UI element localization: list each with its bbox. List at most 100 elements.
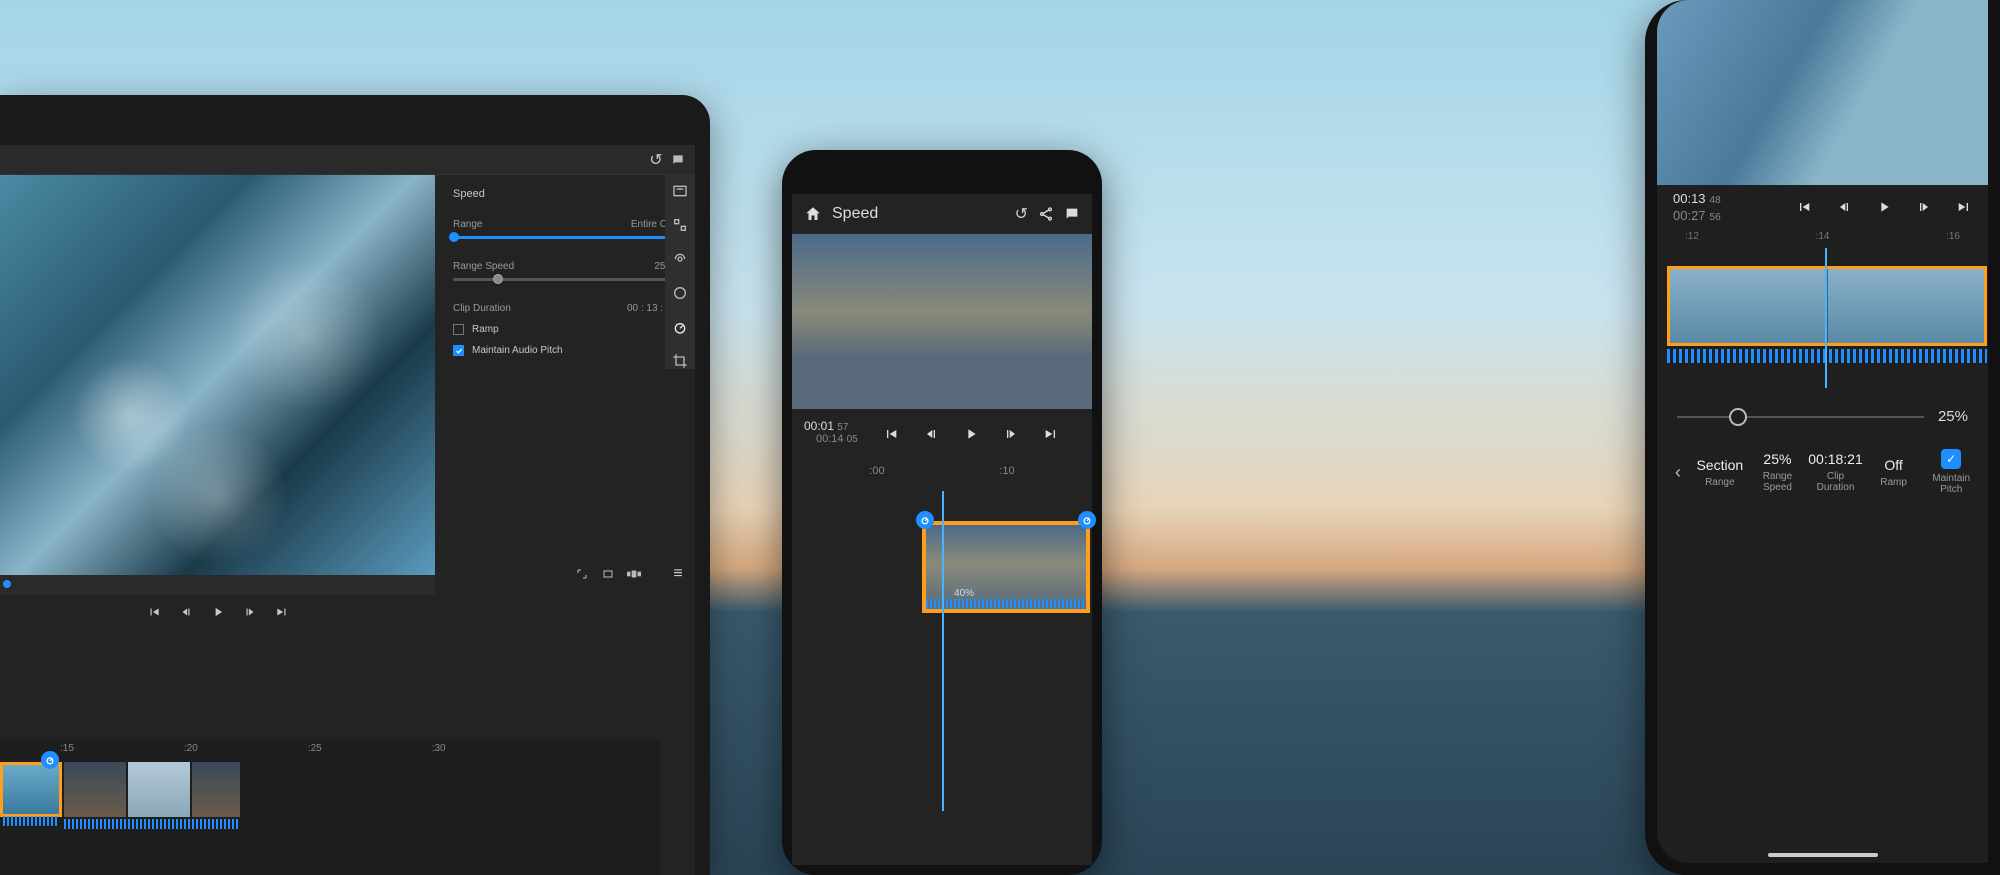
timeline-clip[interactable] (192, 762, 240, 817)
step-back-icon[interactable] (179, 605, 193, 619)
undo-icon[interactable]: ↺ (1015, 204, 1028, 224)
clip-audio (1667, 349, 1987, 363)
home-icon[interactable] (804, 205, 822, 223)
maintain-pitch-label: Maintain Audio Pitch (472, 345, 563, 356)
ramp-label: Ramp (472, 324, 499, 335)
titles-tool-icon[interactable] (672, 183, 688, 199)
clip-duration-value: 00:18:21 (1808, 451, 1863, 467)
range-label: Range (1693, 477, 1747, 488)
playhead[interactable] (1825, 248, 1827, 388)
time-a-frames: 48 (1710, 195, 1721, 206)
slider-thumb[interactable] (1729, 408, 1747, 426)
speed-slider-thumb[interactable] (493, 274, 503, 284)
skip-back-icon[interactable] (1796, 199, 1812, 215)
chat-icon[interactable] (1064, 206, 1080, 222)
skip-fwd-icon[interactable] (275, 605, 289, 619)
step-fwd-icon[interactable] (1916, 199, 1932, 215)
range-speed-cell[interactable]: 25% Range Speed (1751, 451, 1805, 493)
timeline-clip[interactable]: 40% (922, 521, 1090, 613)
transport-controls (0, 595, 435, 619)
timeline-clip[interactable] (0, 762, 62, 817)
audio-tool-icon[interactable] (672, 251, 688, 267)
speed-handle-icon[interactable] (41, 751, 59, 769)
ios-time-row: 00:1348 00:2756 (1657, 185, 1988, 225)
fullscreen-icon[interactable] (575, 567, 589, 581)
chat-icon[interactable] (671, 153, 685, 167)
ramp-cell[interactable]: Off Ramp (1867, 457, 1921, 488)
speed-tool-icon[interactable] (672, 319, 688, 335)
android-app: Speed ↺ 00:01 57 00:14 05 :00 :10 (792, 194, 1092, 865)
time-b: 00:27 (1673, 208, 1706, 223)
clip-duration-cell[interactable]: 00:18:21 Clip Duration (1808, 451, 1863, 493)
android-timeline[interactable]: 40% (792, 491, 1092, 651)
android-topbar: Speed ↺ (792, 194, 1092, 234)
share-icon[interactable] (1038, 206, 1054, 222)
crop-tool-icon[interactable] (672, 353, 688, 369)
timeline-clips (0, 762, 660, 832)
timeline-clip[interactable] (128, 762, 190, 817)
range-value: Section (1693, 457, 1747, 473)
scrubber-handle[interactable] (3, 580, 11, 588)
tablet-topbar: ↺ (0, 145, 695, 175)
range-cell[interactable]: Section Range (1693, 457, 1747, 488)
total-time: 00:14 (816, 433, 844, 445)
preview-scrubber[interactable] (0, 575, 435, 595)
ramp-label: Ramp (1867, 477, 1921, 488)
playhead[interactable] (942, 491, 944, 811)
range-speed-value: 25% (1751, 451, 1805, 467)
ruler-tick: :16 (1946, 231, 1960, 242)
current-time: 00:01 (804, 419, 834, 433)
frames-icon[interactable] (627, 567, 641, 581)
range-slider[interactable] (453, 236, 677, 239)
ruler-tick: :15 (60, 743, 74, 754)
transform-tool-icon[interactable] (672, 217, 688, 233)
timeline[interactable]: :15 :20 :25 :30 (0, 740, 660, 875)
maintain-pitch-checkbox[interactable] (453, 345, 464, 356)
ios-preview[interactable] (1657, 0, 1988, 185)
skip-back-icon[interactable] (147, 605, 161, 619)
ios-app: 00:1348 00:2756 :12 :14 :16 (1657, 0, 1988, 863)
clip-segment[interactable] (1827, 269, 1985, 343)
play-icon[interactable] (963, 426, 979, 442)
timeline-clip[interactable] (64, 762, 126, 817)
tablet-app: ↺ (0, 145, 695, 875)
home-indicator[interactable] (1768, 853, 1878, 857)
ios-timeline[interactable] (1657, 248, 1988, 378)
step-fwd-icon[interactable] (243, 605, 257, 619)
maintain-pitch-checkbox[interactable]: ✓ (1941, 449, 1961, 469)
speed-slider[interactable] (453, 278, 677, 281)
undo-icon[interactable]: ↺ (649, 153, 663, 167)
ruler-tick: :30 (432, 743, 446, 754)
step-back-icon[interactable] (923, 426, 939, 442)
aspect-icon[interactable] (601, 567, 615, 581)
step-fwd-icon[interactable] (1003, 426, 1019, 442)
speed-handle-icon[interactable] (1078, 511, 1096, 529)
back-icon[interactable]: ‹ (1667, 462, 1689, 483)
play-icon[interactable] (211, 605, 225, 619)
range-slider-start[interactable] (449, 232, 459, 242)
maintain-pitch-label: Maintain Pitch (1924, 473, 1978, 495)
ios-device: 00:1348 00:2756 :12 :14 :16 (1645, 0, 2000, 875)
clip-segment[interactable] (1670, 269, 1827, 343)
menu-icon[interactable]: ≡ (671, 567, 685, 581)
android-device: Speed ↺ 00:01 57 00:14 05 :00 :10 (782, 150, 1102, 875)
skip-fwd-icon[interactable] (1956, 199, 1972, 215)
skip-fwd-icon[interactable] (1043, 426, 1059, 442)
color-tool-icon[interactable] (672, 285, 688, 301)
android-preview[interactable] (792, 234, 1092, 409)
maintain-pitch-cell[interactable]: ✓ Maintain Pitch (1924, 449, 1978, 495)
panel-title: Speed (453, 188, 485, 200)
video-preview[interactable] (0, 175, 435, 575)
timeline-clip[interactable] (1667, 266, 1987, 346)
clip-duration-label: Clip Duration (453, 303, 511, 314)
play-icon[interactable] (1876, 199, 1892, 215)
slider-track[interactable] (1677, 416, 1924, 418)
ramp-checkbox[interactable] (453, 324, 464, 335)
clip-audio (128, 819, 190, 829)
clip-audio (926, 599, 1086, 609)
total-time-frames: 05 (847, 434, 858, 445)
step-back-icon[interactable] (1836, 199, 1852, 215)
skip-back-icon[interactable] (883, 426, 899, 442)
speed-handle-icon[interactable] (916, 511, 934, 529)
speed-slider[interactable]: 25% (1677, 408, 1968, 425)
